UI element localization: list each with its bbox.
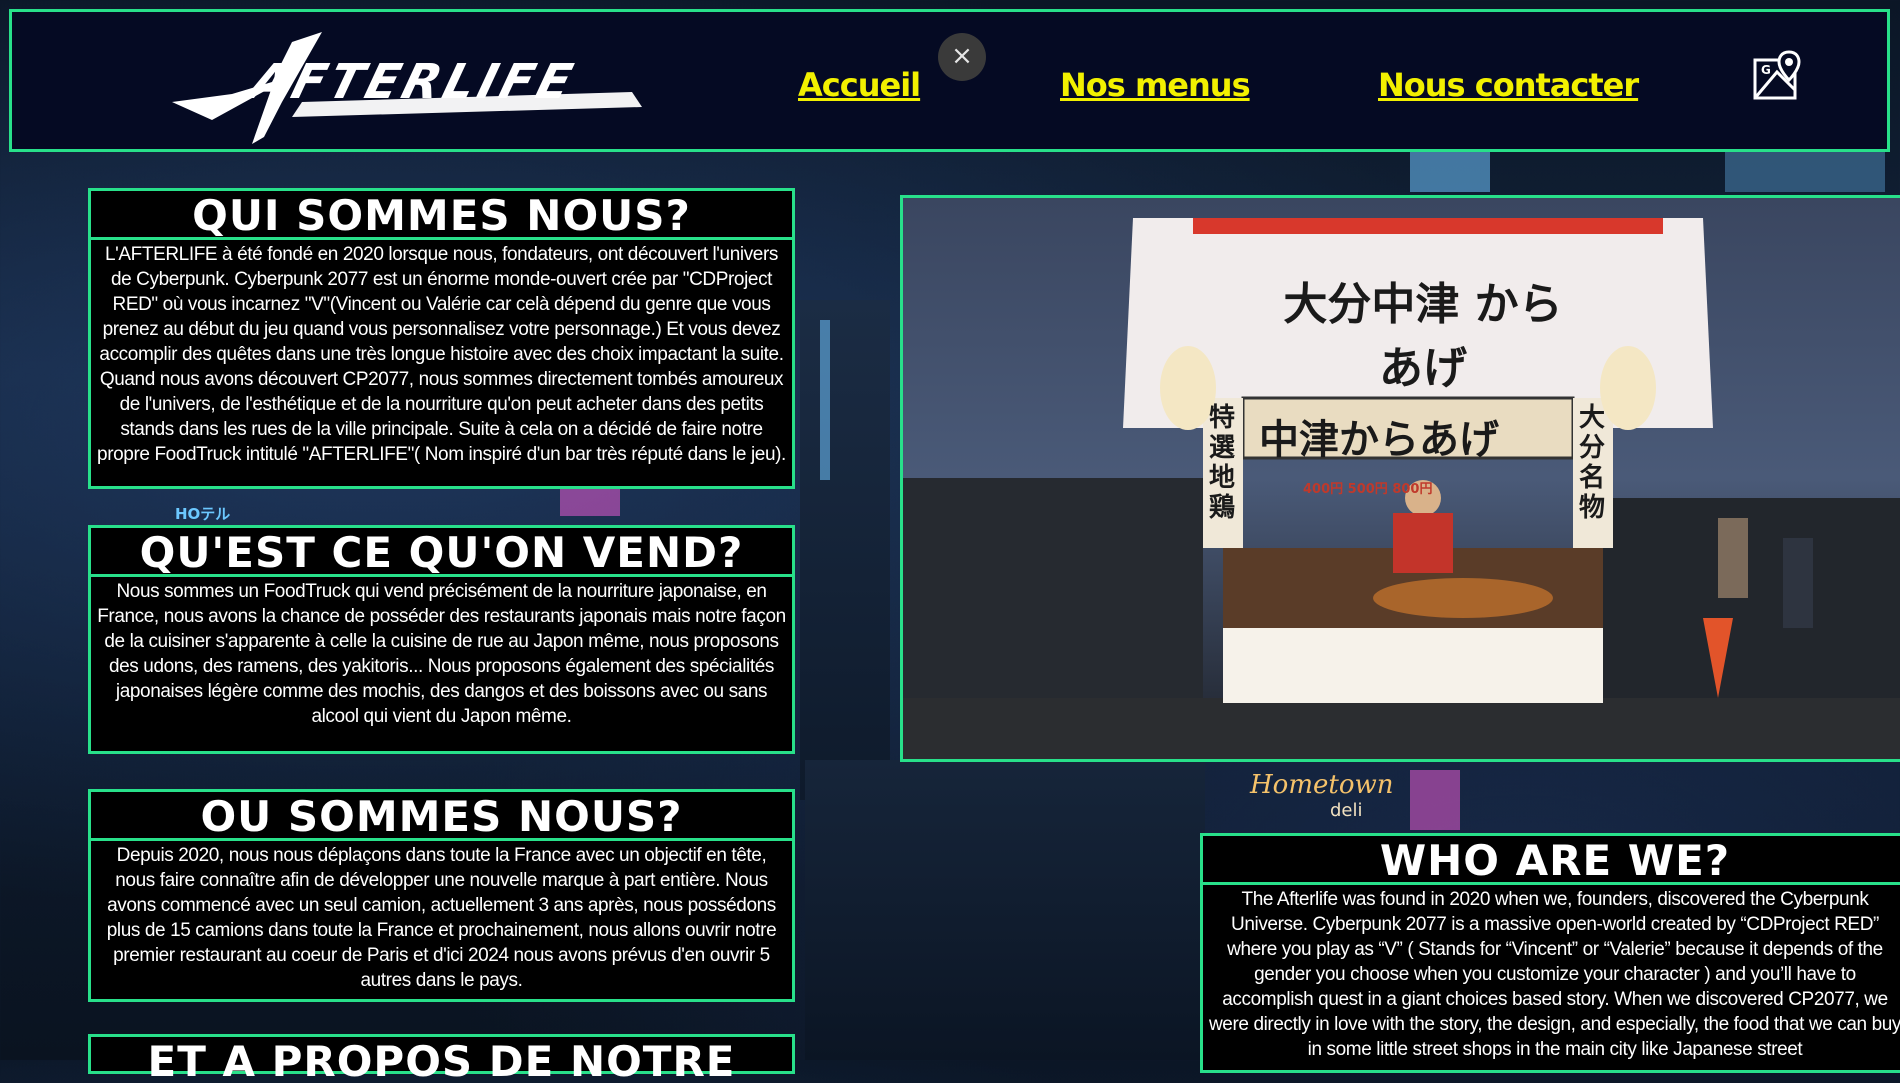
bg-sign-hotel: HOテル <box>175 505 231 523</box>
bg-light <box>1410 150 1490 192</box>
bg-sign-deli: deli <box>1330 800 1363 821</box>
stall-top-text: 大分中津 からあげ <box>1283 279 1563 394</box>
section-title: ET A PROPOS DE NOTRE <box>147 1037 736 1083</box>
section-qui-sommes-nous: QUI SOMMES NOUS? L'AFTERLIFE à été fondé… <box>88 188 795 489</box>
close-button[interactable]: × <box>938 33 986 81</box>
nav-link-accueil[interactable]: Accueil <box>798 66 921 104</box>
bg-neon <box>1410 770 1460 830</box>
stall-price-text: 400円 500円 800円 <box>1303 482 1433 497</box>
section-title: OU SOMMES NOUS? <box>91 792 792 841</box>
nav-link-menus[interactable]: Nos menus <box>1060 66 1251 104</box>
section-text: The Afterlife was found in 2020 when we,… <box>1208 889 1900 1060</box>
food-stall-photo: 中津からあげ 大分中津 からあげ 特選地鶏 大分名物 400円 500円 800… <box>900 195 1900 762</box>
nav-link-contact[interactable]: Nous contacter <box>1378 66 1639 104</box>
bg-neon <box>560 486 620 516</box>
bg-light <box>820 320 830 480</box>
bg-tower <box>800 300 890 800</box>
section-text: Nous sommes un FoodTruck qui vend précis… <box>97 581 786 727</box>
section-title: QUI SOMMES NOUS? <box>91 191 792 240</box>
stall-side-right-text: 大分名物 <box>1579 403 1606 523</box>
bg-highway <box>805 760 1205 1060</box>
svg-text:G: G <box>1761 63 1771 77</box>
bg-light <box>1725 150 1885 192</box>
section-text: Depuis 2020, nous nous déplaçons dans to… <box>106 845 777 991</box>
section-a-propos: ET A PROPOS DE NOTRE <box>88 1034 795 1083</box>
section-title: WHO ARE WE? <box>1203 836 1900 885</box>
bg-sign-hometown: Hometown <box>1250 770 1394 800</box>
section-text: L'AFTERLIFE à été fondé en 2020 lorsque … <box>97 244 786 465</box>
section-who-are-we: WHO ARE WE? The Afterlife was found in 2… <box>1200 833 1900 1073</box>
logo-text: AFTERLIFE <box>244 54 582 110</box>
map-pin-icon[interactable]: G <box>1753 50 1805 102</box>
afterlife-logo[interactable]: AFTERLIFE <box>172 32 652 152</box>
navbar: AFTERLIFE Accueil Nos menus Nous contact… <box>9 9 1890 152</box>
section-ou-sommes-nous: OU SOMMES NOUS? Depuis 2020, nous nous d… <box>88 789 795 1002</box>
section-title: QU'EST CE QU'ON VEND? <box>91 528 792 577</box>
stall-banner-text: 中津からあげ <box>1259 416 1499 463</box>
section-quest-ce-qu-on-vend: QU'EST CE QU'ON VEND? Nous sommes un Foo… <box>88 525 795 754</box>
stall-side-left-text: 特選地鶏 <box>1209 403 1236 523</box>
